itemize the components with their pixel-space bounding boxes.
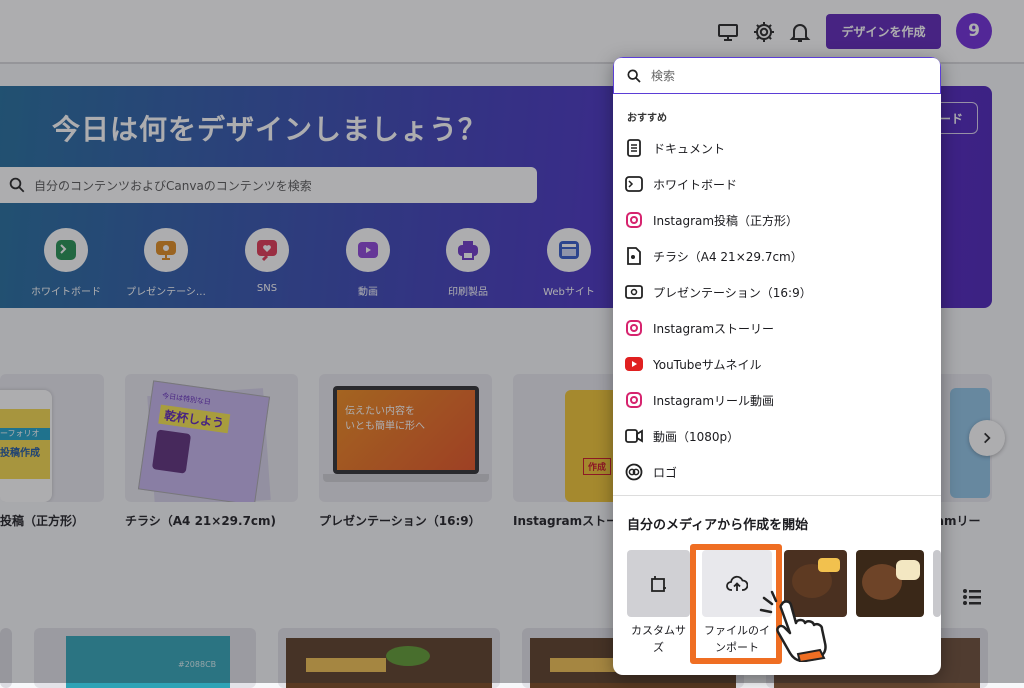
menu-item-label: Instagramリール動画: [653, 393, 775, 408]
flyer-icon: [625, 247, 643, 265]
menu-item-presentation[interactable]: プレゼンテーション（16:9）: [613, 274, 941, 310]
logo-icon: [625, 463, 643, 481]
media-thumbnail[interactable]: [933, 550, 941, 617]
instagram-icon: [625, 319, 643, 337]
instagram-icon: [625, 211, 643, 229]
menu-item-label: ドキュメント: [653, 141, 726, 156]
custom-size-label-line: ズ: [653, 641, 664, 654]
custom-size-tile[interactable]: [627, 550, 690, 617]
menu-item-label: ホワイトボード: [653, 177, 738, 192]
menu-item-instagram-story[interactable]: Instagramストーリー: [613, 310, 941, 346]
media-thumbnail[interactable]: [856, 550, 924, 617]
panel-search-placeholder: 検索: [651, 69, 676, 83]
search-icon: [627, 68, 641, 83]
menu-item-instagram-reel[interactable]: Instagramリール動画: [613, 382, 941, 418]
presentation-icon: [625, 283, 643, 301]
menu-item-video[interactable]: 動画（1080p）: [613, 418, 941, 454]
pointing-hand-icon: [759, 590, 827, 662]
custom-size-label: カスタムサ ズ: [621, 622, 696, 656]
menu-item-label: 動画（1080p）: [653, 429, 740, 444]
media-section-title: 自分のメディアから作成を開始: [627, 518, 809, 533]
panel-divider: [613, 495, 941, 496]
youtube-icon: [625, 355, 643, 373]
resize-icon: [650, 575, 666, 592]
menu-item-flyer[interactable]: チラシ（A4 21×29.7cm）: [613, 238, 941, 274]
instagram-icon: [625, 391, 643, 409]
video-icon: [625, 427, 643, 445]
menu-item-label: Instagram投稿（正方形）: [653, 213, 799, 228]
menu-item-label: Instagramストーリー: [653, 321, 775, 336]
menu-item-label: YouTubeサムネイル: [653, 357, 762, 372]
document-icon: [625, 139, 643, 157]
menu-item-label: ロゴ: [653, 465, 678, 480]
menu-item-instagram-post[interactable]: Instagram投稿（正方形）: [613, 202, 941, 238]
section-recommended-label: おすすめ: [627, 113, 667, 124]
custom-size-label-line: カスタムサ: [631, 624, 686, 637]
whiteboard-icon: [625, 175, 643, 193]
menu-item-label: プレゼンテーション（16:9）: [653, 285, 812, 300]
menu-item-document[interactable]: ドキュメント: [613, 130, 941, 166]
menu-item-logo[interactable]: ロゴ: [613, 454, 941, 490]
panel-search-input[interactable]: 検索: [613, 57, 941, 94]
menu-item-youtube-thumbnail[interactable]: YouTubeサムネイル: [613, 346, 941, 382]
menu-item-label: チラシ（A4 21×29.7cm）: [653, 249, 803, 264]
menu-item-whiteboard[interactable]: ホワイトボード: [613, 166, 941, 202]
